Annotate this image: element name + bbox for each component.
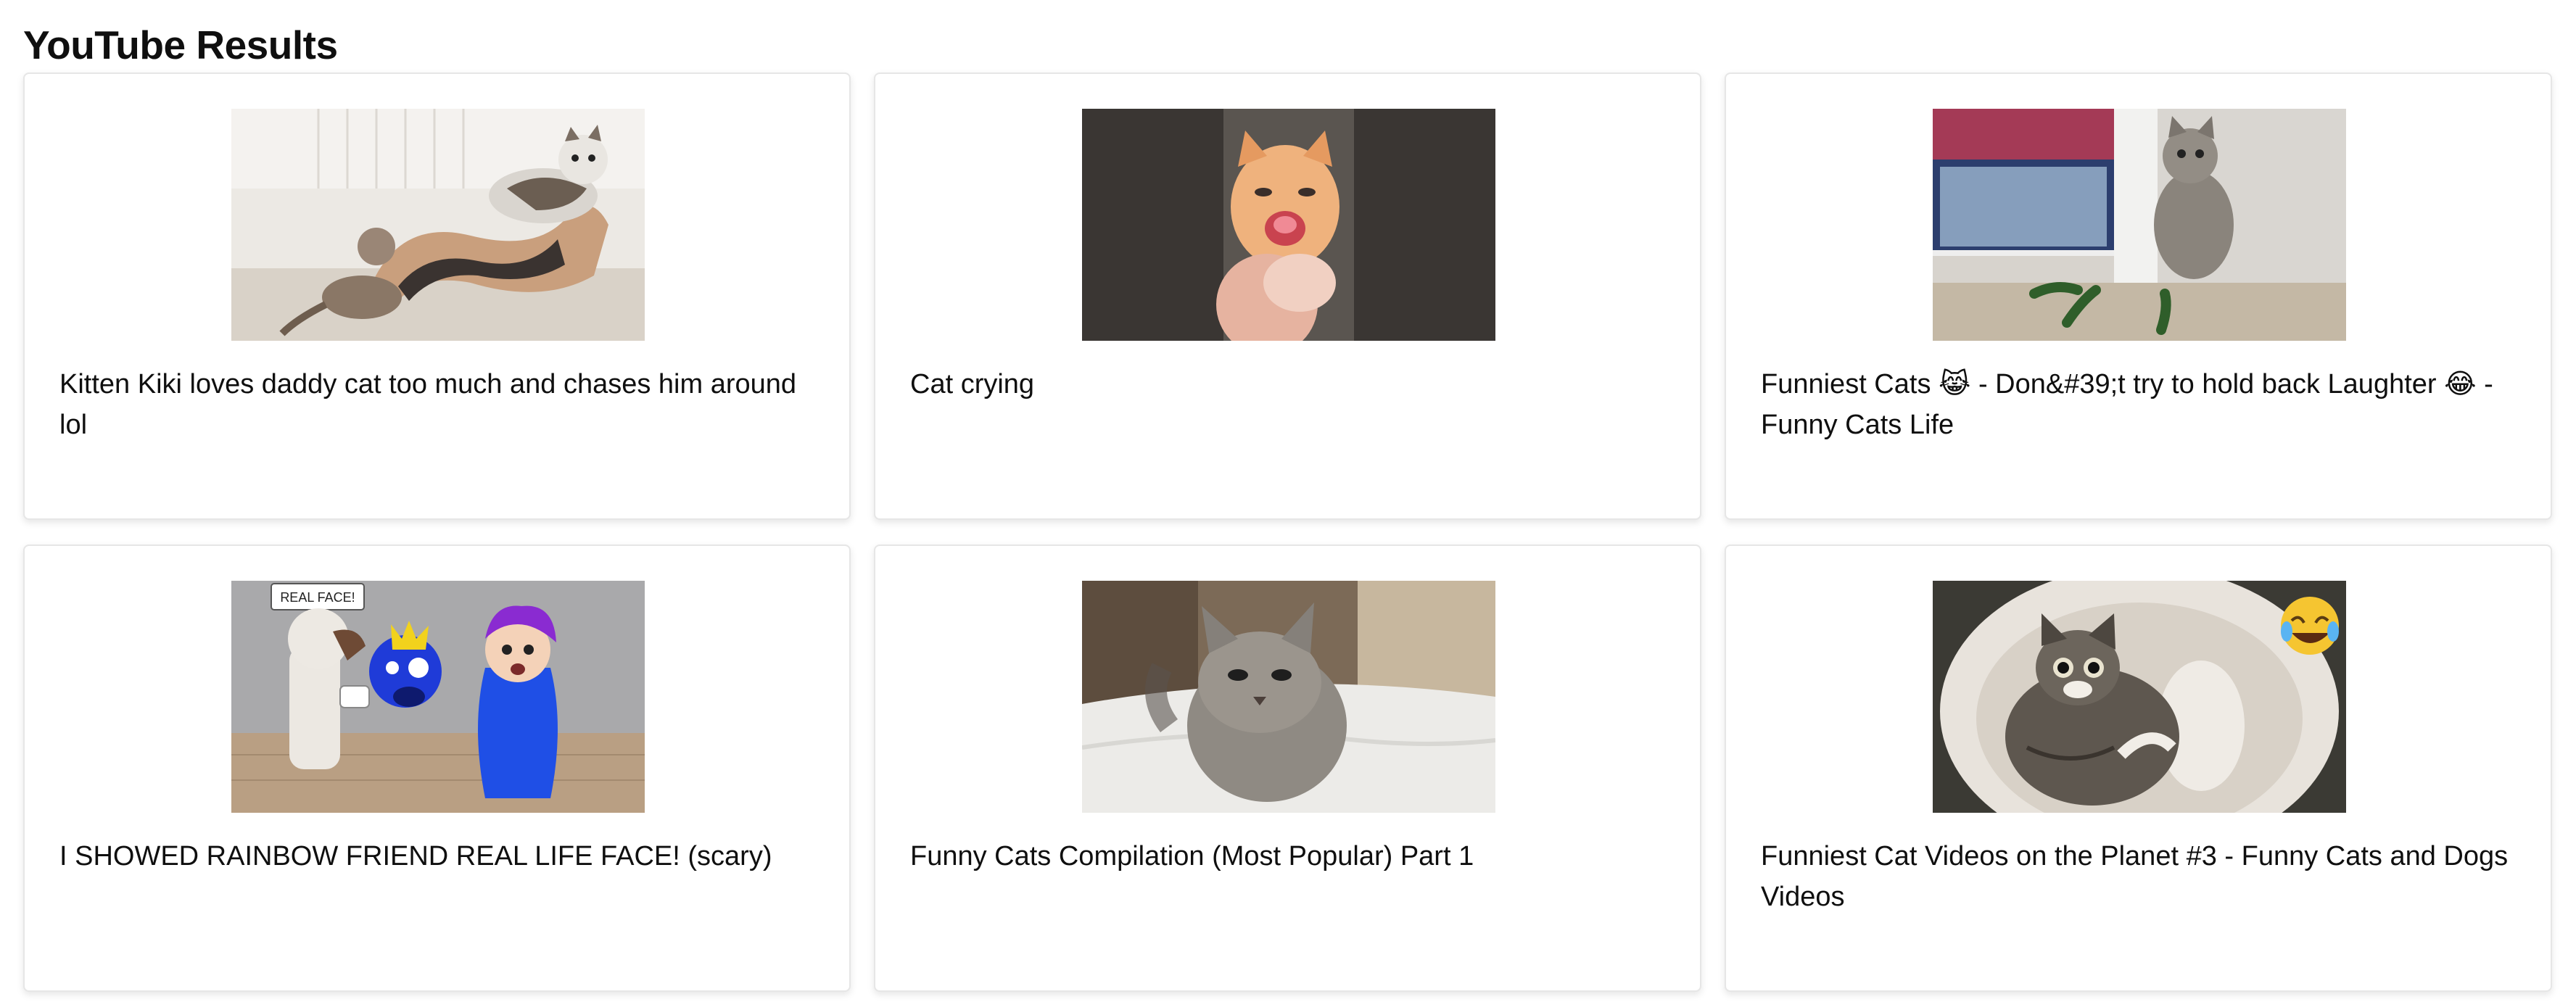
video-thumbnail[interactable] — [231, 109, 645, 341]
cats-on-scratcher-image — [231, 109, 645, 341]
video-thumbnail[interactable] — [1933, 581, 2346, 813]
video-title[interactable]: Funny Cats Compilation (Most Popular) Pa… — [910, 836, 1671, 877]
grey-cat-image — [1082, 581, 1495, 813]
video-thumbnail[interactable] — [1933, 109, 2346, 341]
video-title[interactable]: Cat crying — [910, 364, 1671, 405]
video-card[interactable]: Funniest Cats 😹 - Don&#39;t try to hold … — [1725, 73, 2552, 520]
video-card[interactable]: Funniest Cat Videos on the Planet #3 - F… — [1725, 545, 2552, 992]
video-title[interactable]: Funniest Cat Videos on the Planet #3 - F… — [1761, 836, 2522, 917]
rainbow-friends-image: REAL FACE! — [231, 581, 645, 813]
thumbnail-caption: REAL FACE! — [280, 590, 355, 605]
cat-fridge-image — [1933, 109, 2346, 341]
video-thumbnail[interactable]: REAL FACE! — [231, 581, 645, 813]
video-card[interactable]: Cat crying — [874, 73, 1701, 520]
video-thumbnail[interactable] — [1082, 109, 1495, 341]
video-card[interactable]: Funny Cats Compilation (Most Popular) Pa… — [874, 545, 1701, 992]
cat-in-sink-image — [1933, 581, 2346, 813]
crying-kitten-image — [1082, 109, 1495, 341]
video-thumbnail[interactable] — [1082, 581, 1495, 813]
page-title: YouTube Results — [23, 22, 338, 67]
video-card[interactable]: Kitten Kiki loves daddy cat too much and… — [23, 73, 851, 520]
results-grid: Kitten Kiki loves daddy cat too much and… — [23, 73, 2553, 992]
video-title[interactable]: Funniest Cats 😹 - Don&#39;t try to hold … — [1761, 364, 2522, 445]
video-title[interactable]: Kitten Kiki loves daddy cat too much and… — [59, 364, 820, 445]
video-title[interactable]: I SHOWED RAINBOW FRIEND REAL LIFE FACE! … — [59, 836, 820, 877]
results-page: YouTube Results Kitten Kiki loves daddy … — [0, 0, 2576, 1002]
video-card[interactable]: REAL FACE! I SHOWED RAINBOW FRIEND REAL … — [23, 545, 851, 992]
